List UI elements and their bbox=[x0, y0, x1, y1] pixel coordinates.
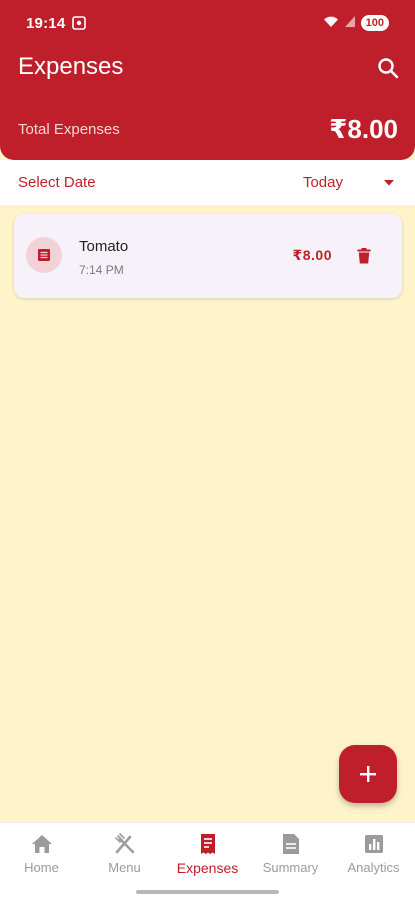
bar-chart-icon bbox=[363, 833, 385, 855]
delete-button[interactable] bbox=[354, 245, 374, 267]
date-dropdown[interactable]: Today bbox=[303, 174, 397, 191]
expense-time: 7:14 PM bbox=[79, 263, 124, 277]
receipt-avatar bbox=[26, 237, 62, 273]
total-expenses-value: ₹8.00 bbox=[329, 114, 398, 144]
expense-name: Tomato bbox=[79, 238, 129, 255]
total-expenses-label: Total Expenses bbox=[18, 121, 120, 138]
nav-label-expenses: Expenses bbox=[176, 860, 239, 876]
nav-label-summary: Summary bbox=[262, 860, 319, 875]
search-icon bbox=[378, 58, 399, 79]
nav-label-home: Home bbox=[24, 860, 59, 875]
home-indicator bbox=[136, 890, 279, 894]
nav-item-menu[interactable]: Menu bbox=[83, 823, 166, 900]
nav-item-summary[interactable]: Summary bbox=[249, 823, 332, 900]
signal-icon bbox=[344, 15, 356, 32]
document-icon bbox=[280, 833, 302, 855]
nav-item-home[interactable]: Home bbox=[0, 823, 83, 900]
status-bar: 19:14 100 bbox=[0, 0, 415, 46]
date-dropdown-value: Today bbox=[302, 174, 343, 191]
chevron-down-icon bbox=[383, 179, 395, 187]
nav-label-analytics: Analytics bbox=[347, 860, 400, 875]
wifi-icon bbox=[323, 15, 339, 32]
select-date-label: Select Date bbox=[18, 174, 96, 191]
home-icon bbox=[31, 833, 53, 855]
nav-item-analytics[interactable]: Analytics bbox=[332, 823, 415, 900]
page-title: Expenses bbox=[18, 53, 124, 80]
receipt-icon bbox=[38, 249, 50, 261]
trash-icon bbox=[357, 248, 371, 264]
expense-amount: ₹8.00 bbox=[292, 247, 332, 263]
bottom-navigation: Home Menu Expenses Summary Analytics bbox=[0, 822, 415, 900]
nav-item-expenses[interactable]: Expenses bbox=[166, 823, 249, 900]
expense-list-item[interactable]: Tomato 7:14 PM ₹8.00 bbox=[14, 214, 402, 298]
status-time: 19:14 bbox=[26, 14, 66, 32]
nav-label-menu: Menu bbox=[108, 860, 141, 875]
app-header: 19:14 100 Expenses Total Expenses ₹8.00 bbox=[0, 0, 415, 160]
add-expense-button[interactable] bbox=[339, 745, 397, 803]
receipt-icon bbox=[197, 833, 219, 855]
screenshot-indicator-icon bbox=[72, 16, 87, 30]
status-icons: 100 bbox=[323, 15, 389, 32]
search-button[interactable] bbox=[374, 54, 402, 82]
plus-icon bbox=[360, 766, 376, 782]
battery-indicator: 100 bbox=[360, 15, 389, 31]
date-filter-bar: Select Date Today bbox=[0, 160, 415, 205]
restaurant-icon bbox=[114, 833, 136, 855]
